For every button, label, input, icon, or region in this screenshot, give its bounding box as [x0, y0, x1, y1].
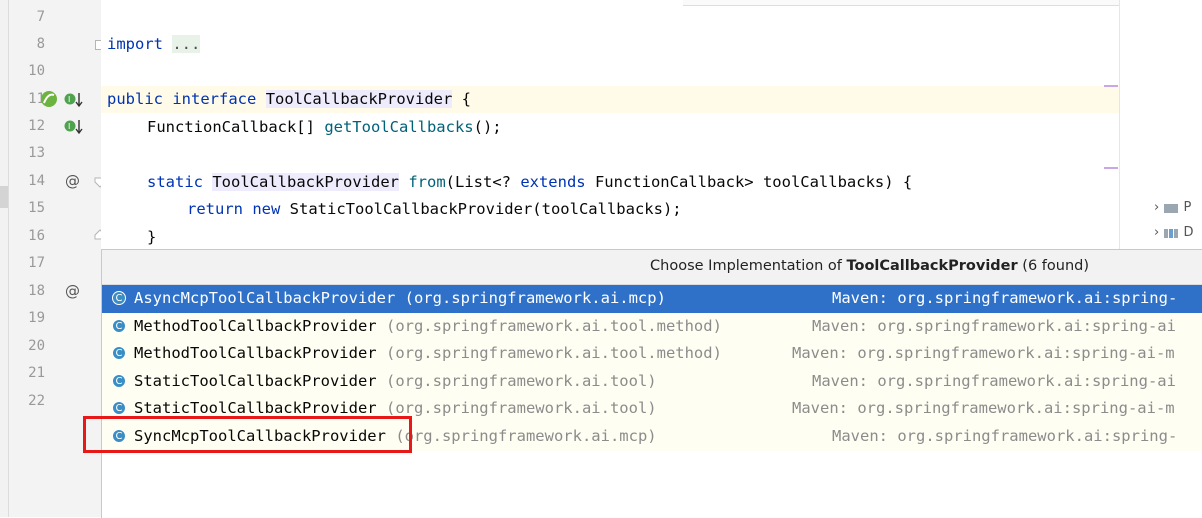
package-name: (org.springframework.ai.tool.method) — [385, 316, 722, 335]
line-number: 19 — [28, 310, 45, 326]
code-line-14: static ToolCallbackProvider from(List<? … — [147, 173, 912, 191]
line-number: 16 — [28, 228, 45, 244]
line-number: 18 — [28, 283, 45, 299]
method-name: getToolCallbacks — [324, 118, 474, 136]
popup-title-count: (6 found) — [1017, 258, 1089, 274]
code-text: FunctionCallback> toolCallbacks) { — [585, 173, 913, 191]
popup-title: Choose Implementation of ToolCallbackPro… — [650, 258, 1089, 274]
code-text: (); — [473, 118, 502, 136]
highlight-annotation-box — [83, 416, 412, 453]
class-name: StaticToolCallbackProvider — [134, 399, 377, 418]
keyword: import — [107, 35, 163, 53]
popup-header: Choose Implementation of ToolCallbackPro… — [102, 250, 1202, 285]
keyword: static — [147, 173, 203, 191]
implementation-item[interactable]: C MethodToolCallbackProvider (org.spring… — [102, 340, 1202, 368]
line-number: 20 — [28, 338, 45, 354]
line-number: 15 — [28, 200, 45, 216]
maven-source: Maven: org.springframework.ai:spring-ai-… — [792, 399, 1175, 418]
line-number: 7 — [36, 9, 45, 25]
brace: { — [452, 90, 471, 108]
chevron-right-icon[interactable]: › — [1154, 200, 1159, 215]
maven-source: Maven: org.springframework.ai:spring-ai — [812, 316, 1176, 335]
error-stripe-mark[interactable] — [1104, 167, 1118, 169]
class-icon: C — [112, 346, 126, 361]
keyword: public — [107, 90, 163, 108]
package-name: (org.springframework.ai.tool) — [385, 399, 657, 418]
closing-brace: } — [147, 228, 157, 246]
annotation-icon[interactable]: @ — [65, 282, 80, 300]
spring-bean-icon[interactable] — [39, 89, 59, 109]
line-number: 17 — [28, 255, 45, 271]
implemented-by-icon[interactable]: I — [63, 117, 85, 137]
interface-name: ToolCallbackProvider — [265, 90, 453, 108]
popup-title-interface: ToolCallbackProvider — [846, 258, 1018, 274]
keyword: new — [252, 200, 281, 218]
choose-implementation-popup: Choose Implementation of ToolCallbackPro… — [101, 249, 1202, 518]
package-name: (org.springframework.ai.mcp) — [395, 426, 657, 445]
line-number: 21 — [28, 365, 45, 381]
chevron-right-icon[interactable]: › — [1154, 225, 1159, 240]
code-text: StaticToolCallbackProvider(toolCallbacks… — [280, 200, 682, 218]
implementation-item[interactable]: C AsyncMcpToolCallbackProvider (org.spri… — [102, 285, 1202, 313]
class-icon: C — [112, 373, 126, 388]
line-number: 10 — [28, 63, 45, 79]
import-fold-placeholder[interactable]: ... — [172, 35, 201, 53]
annotation-icon[interactable]: @ — [65, 172, 80, 190]
line-number: 13 — [28, 145, 45, 161]
code-line-8: import ... — [107, 35, 201, 53]
keyword: return — [187, 200, 243, 218]
line-number: 22 — [28, 393, 45, 409]
class-name: AsyncMcpToolCallbackProvider — [134, 289, 396, 307]
class-icon: C — [112, 318, 126, 333]
implemented-by-icon[interactable]: I — [63, 90, 85, 110]
library-icon — [1164, 228, 1179, 238]
class-name: MethodToolCallbackProvider — [134, 344, 377, 363]
maven-source: Maven: org.springframework.ai:spring- — [832, 426, 1178, 445]
tree-node[interactable]: › P — [1154, 200, 1191, 215]
maven-source: Maven: org.springframework.ai:spring- — [832, 289, 1178, 307]
code-line-11: public interface ToolCallbackProvider { — [107, 90, 471, 108]
return-type: FunctionCallback[] — [147, 118, 325, 136]
keyword: extends — [520, 173, 586, 191]
line-number: 8 — [36, 36, 45, 52]
tree-node-label: D — [1183, 225, 1194, 240]
code-text: (List<? — [445, 173, 521, 191]
code-line-16: } — [147, 228, 156, 246]
strip-marker — [0, 186, 8, 208]
class-name: StaticToolCallbackProvider — [134, 371, 377, 390]
code-line-12: FunctionCallback[] getToolCallbacks(); — [147, 118, 502, 136]
code-line-15: return new StaticToolCallbackProvider(to… — [187, 200, 682, 218]
folder-icon — [1164, 203, 1179, 213]
class-icon: C — [112, 401, 126, 416]
popup-title-prefix: Choose Implementation of — [650, 258, 847, 274]
method-name: from — [408, 173, 446, 191]
package-name: (org.springframework.ai.tool) — [385, 371, 657, 390]
svg-text:I: I — [68, 122, 70, 131]
maven-source: Maven: org.springframework.ai:spring-ai-… — [792, 344, 1175, 363]
class-name: MethodToolCallbackProvider — [134, 316, 377, 335]
keyword: interface — [172, 90, 257, 108]
implementation-item[interactable]: C StaticToolCallbackProvider (org.spring… — [102, 367, 1202, 396]
package-name: (org.springframework.ai.tool.method) — [385, 344, 722, 363]
left-tool-strip — [0, 0, 9, 517]
tree-node[interactable]: › D — [1154, 225, 1194, 240]
class-icon: C — [112, 291, 126, 305]
maven-source: Maven: org.springframework.ai:spring-ai — [812, 371, 1176, 390]
error-stripe-mark[interactable] — [1104, 85, 1118, 87]
package-name: (org.springframework.ai.mcp) — [404, 289, 666, 307]
line-number: 12 — [28, 118, 45, 134]
implementation-item[interactable]: C MethodToolCallbackProvider (org.spring… — [102, 312, 1202, 341]
line-number: 14 — [28, 173, 45, 189]
tree-node-label: P — [1183, 200, 1192, 215]
svg-text:I: I — [68, 95, 70, 104]
return-type: ToolCallbackProvider — [212, 173, 399, 191]
